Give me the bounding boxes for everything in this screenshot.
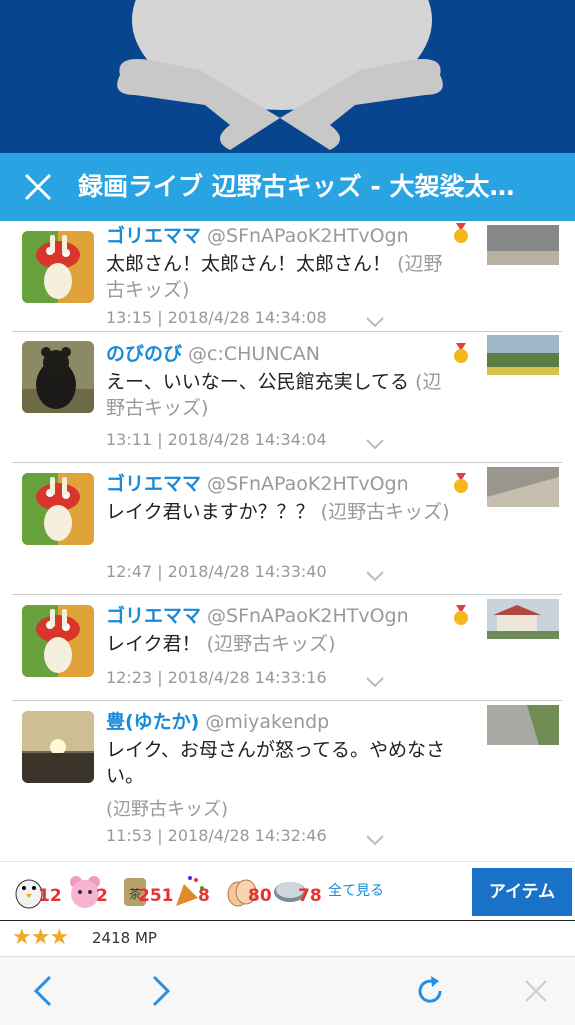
- broadcast-title: 録画ライブ 辺野古キッズ - 大袈裟太…: [78, 172, 515, 201]
- chevron-down-icon[interactable]: [366, 313, 384, 328]
- medal-icon: [452, 223, 470, 245]
- comment-tag: (辺野古キッズ): [106, 799, 229, 820]
- medal-icon: [452, 605, 470, 627]
- chevron-down-icon[interactable]: [366, 435, 384, 450]
- avatar[interactable]: [22, 711, 94, 783]
- comment-list[interactable]: ゴリエママ @SFnAPaoK2HTvOgn 太郎さん！太郎さん！太郎さん！ (辺…: [0, 221, 575, 861]
- comment-thumbnail[interactable]: [487, 225, 559, 265]
- comment-text: えー、いいなー、公民館充実してる (辺野古キッズ): [106, 371, 442, 419]
- comment-item[interactable]: ゴリエママ @SFnAPaoK2HTvOgn レイク君！ (辺野古キッズ) 12:…: [0, 595, 575, 701]
- avatar[interactable]: [22, 341, 94, 413]
- comment-user-id: @SFnAPaoK2HTvOgn: [207, 605, 409, 627]
- rating-bar: ★★★ 2418 MP: [0, 920, 575, 957]
- item-button[interactable]: アイテム: [472, 868, 572, 916]
- chevron-down-icon[interactable]: [366, 567, 384, 582]
- gift-count: 78: [298, 886, 322, 906]
- comment-user-name[interactable]: 豊(ゆたか): [106, 711, 199, 733]
- see-all-link[interactable]: 全て見る: [328, 880, 384, 900]
- chevron-down-icon[interactable]: [366, 673, 384, 688]
- comment-item[interactable]: ゴリエママ @SFnAPaoK2HTvOgn 太郎さん！太郎さん！太郎さん！ (辺…: [0, 221, 575, 332]
- comment-thumbnail[interactable]: [487, 335, 559, 375]
- reload-icon[interactable]: [412, 973, 448, 1009]
- comment-timestamp: 12:47 | 2018/4/28 14:33:40: [106, 562, 327, 581]
- back-icon[interactable]: [26, 973, 62, 1009]
- medal-icon: [452, 343, 470, 365]
- medal-icon: [452, 473, 470, 495]
- gift-count: 12: [38, 886, 62, 906]
- comment-item[interactable]: 豊(ゆたか) @miyakendp レイク、お母さんが怒ってる。やめなさい。 (辺…: [0, 701, 575, 861]
- comment-text: 太郎さん！太郎さん！太郎さん！ (辺野古キッズ): [106, 253, 443, 301]
- gift-count: 251: [138, 886, 174, 906]
- comment-thumbnail[interactable]: [487, 599, 559, 639]
- avatar[interactable]: [22, 473, 94, 545]
- comment-text: レイク君いますか？？？ (辺野古キッズ): [106, 501, 450, 523]
- browser-toolbar: [0, 956, 575, 1025]
- comment-thumbnail[interactable]: [487, 705, 559, 745]
- comment-text: レイク、お母さんが怒ってる。やめなさい。: [106, 739, 445, 787]
- comment-text: レイク君！ (辺野古キッズ): [106, 633, 336, 655]
- comment-item[interactable]: ゴリエママ @SFnAPaoK2HTvOgn レイク君いますか？？？ (辺野古キッ…: [0, 463, 575, 595]
- comment-header: ゴリエママ @SFnAPaoK2HTvOgn: [106, 603, 409, 629]
- broadcast-hero-image: [0, 0, 575, 160]
- comment-user-id: @c:CHUNCAN: [188, 343, 321, 365]
- gift-count: 80: [248, 886, 272, 906]
- comment-timestamp: 13:11 | 2018/4/28 14:34:04: [106, 430, 327, 449]
- comment-header: 豊(ゆたか) @miyakendp: [106, 709, 329, 735]
- title-bar: 録画ライブ 辺野古キッズ - 大袈裟太…: [0, 153, 575, 221]
- comment-user-id: @SFnAPaoK2HTvOgn: [207, 225, 409, 247]
- gift-count: 2: [96, 886, 108, 906]
- comment-user-name[interactable]: ゴリエママ: [106, 225, 201, 247]
- comment-user-name[interactable]: ゴリエママ: [106, 605, 201, 627]
- comment-item[interactable]: のびのび @c:CHUNCAN えー、いいなー、公民館充実してる (辺野古キッズ)…: [0, 331, 575, 463]
- comment-timestamp: 11:53 | 2018/4/28 14:32:46: [106, 826, 327, 845]
- avatar[interactable]: [22, 605, 94, 677]
- stop-icon: [518, 973, 554, 1009]
- gift-count: 8: [198, 886, 210, 906]
- item-bar: 12 2 茶 251 8 80 78 全て見る アイテム: [0, 861, 575, 920]
- chevron-down-icon[interactable]: [366, 831, 384, 846]
- comment-user-name[interactable]: ゴリエママ: [106, 473, 201, 495]
- forward-icon[interactable]: [142, 973, 178, 1009]
- comment-user-id: @SFnAPaoK2HTvOgn: [207, 473, 409, 495]
- comment-timestamp: 12:23 | 2018/4/28 14:33:16: [106, 668, 327, 687]
- comment-thumbnail[interactable]: [487, 467, 559, 507]
- comment-header: ゴリエママ @SFnAPaoK2HTvOgn: [106, 471, 409, 497]
- star-rating: ★★★: [12, 925, 69, 950]
- mp-count: 2418 MP: [92, 929, 157, 947]
- comment-header: ゴリエママ @SFnAPaoK2HTvOgn: [106, 223, 409, 249]
- avatar[interactable]: [22, 231, 94, 303]
- comment-user-name[interactable]: のびのび: [106, 343, 182, 365]
- comment-user-id: @miyakendp: [205, 711, 330, 733]
- close-icon[interactable]: [18, 167, 58, 207]
- comment-header: のびのび @c:CHUNCAN: [106, 341, 320, 367]
- comment-timestamp: 13:15 | 2018/4/28 14:34:08: [106, 308, 327, 327]
